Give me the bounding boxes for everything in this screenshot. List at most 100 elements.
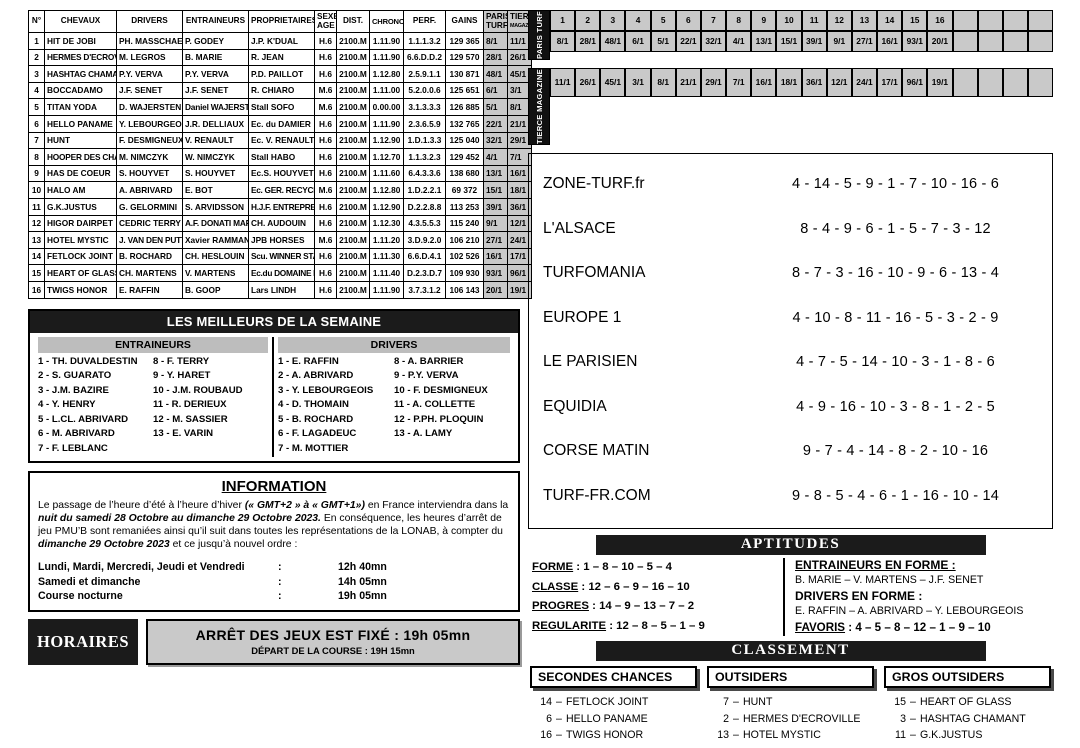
paris-turf-odds-column: 12 9/1 (826, 10, 852, 60)
col-number: N° (28, 10, 45, 33)
tierce-odds-column: 16/1 (751, 68, 777, 145)
cell-chrono: 1.12.90 (369, 131, 404, 150)
tierce-odds-column: 21/1 (675, 68, 701, 145)
classement-dash: – (556, 729, 562, 742)
paris-turf-horse-number: 15 (902, 10, 928, 31)
paris-turf-horse-number: 6 (675, 10, 701, 31)
cell-driver: F. DESMIGNEUX (116, 131, 183, 150)
cell-entraineur: V. MARTENS (182, 264, 249, 282)
list-item: 6 - M. ABRIVARD (38, 428, 115, 440)
cell-pt: 4/1 (483, 148, 508, 166)
list-item: 4 - Y. HENRY (38, 399, 96, 411)
classement-horse-name: TWIGS HONOR (566, 729, 644, 742)
cell-driver: CEDRIC TERRY (116, 214, 183, 233)
cell-entraineur: W. NIMCZYK (182, 148, 249, 166)
info-part-6: dimanche 29 Octobre 2023 (38, 539, 170, 551)
cell-pt: 8/1 (483, 32, 508, 50)
aptitude-criterion-label: FORME (532, 561, 574, 574)
classement-horse-name: HOTEL MYSTIC (743, 729, 821, 742)
paris-turf-horse-number (1002, 10, 1028, 31)
cell-cheval: HOTEL MYSTIC (44, 231, 117, 249)
tm-label-line2: MAGAZINE (534, 69, 544, 112)
cell-perf: 2.5.9.1.1 (403, 65, 446, 83)
aptitude-criterion-value: : 12 – 8 – 5 – 1 – 9 (606, 619, 705, 632)
paris-turf-odds-column (977, 10, 1003, 60)
cell-chrono: 1.12.80 (369, 65, 404, 83)
pronostic-selection: 4 - 7 - 5 - 14 - 10 - 3 - 1 - 8 - 6 (796, 354, 995, 371)
tierce-odds-column: 36/1 (801, 68, 827, 145)
list-item: 6– HELLO PANAME (530, 711, 697, 728)
cell-driver: S. HOUYVET (116, 164, 183, 183)
aptitude-criterion-label: PROGRES (532, 600, 589, 613)
classement-dash: – (556, 696, 562, 709)
pronostic-row: CORSE MATIN 9 - 7 - 4 - 14 - 8 - 2 - 10 -… (529, 429, 1052, 474)
list-item: 7 - F. LEBLANC (38, 443, 108, 455)
paris-turf-odds-value (977, 31, 1003, 52)
aptitude-criterion-value: : 14 – 9 – 13 – 7 – 2 (588, 600, 695, 613)
paris-turf-odds-column: 3 48/1 (600, 10, 626, 60)
cell-proprietaire: R. JEAN (248, 48, 315, 67)
paris-turf-odds-value: 32/1 (700, 31, 727, 52)
best-of-week-panel: LES MEILLEURS DE LA SEMAINE ENTRAINEURS … (28, 308, 520, 463)
cell-entraineur: CH. HESLOUIN (182, 247, 249, 266)
paris-turf-horse-number: 1 (550, 10, 576, 31)
paris-turf-odds-value: 93/1 (902, 31, 928, 52)
classement-horse-number: 15 (894, 696, 906, 709)
cell-proprietaire: Ec. du DAMIER (248, 114, 315, 133)
cell-driver: B. ROCHARD (116, 247, 183, 266)
pronostic-source-name: EUROPE 1 (543, 308, 622, 326)
table-row: 11 G.K.JUSTUS G. GELORMINI S. ARVIDSSON H.J.… (28, 197, 532, 216)
cell-pt: 5/1 (483, 98, 508, 116)
pronostic-selection: 4 - 10 - 8 - 11 - 16 - 5 - 3 - 2 - 9 (792, 309, 999, 326)
cell-proprietaire: Ec. GER. RECYCLING B.V. (248, 181, 315, 199)
cell-num: 6 (28, 114, 45, 133)
classement-horse-number: 6 (546, 712, 552, 725)
col-trainers: ENTRAINEURS (182, 10, 249, 33)
paris-turf-odds-value: 16/1 (877, 31, 903, 52)
paris-turf-odds-column: 4 6/1 (625, 10, 651, 60)
tierce-grid-label-text: TIERCE MAGAZINE (535, 69, 544, 144)
cell-sexe: H.6 (314, 164, 337, 183)
paris-turf-odds-value: 28/1 (575, 31, 601, 52)
info-time-value: 19h 05mn (338, 590, 387, 603)
paris-turf-horse-number: 7 (700, 10, 727, 31)
best-trainers-col1: 1 - TH. DUVALDESTIN 2 - S. GUARATO 3 - J.M… (38, 355, 153, 457)
cell-gains: 113 253 (445, 197, 484, 216)
cell-entraineur: P. GODEY (182, 32, 249, 50)
cell-cheval: HUNT (44, 131, 117, 150)
aptitudes-form-list: ENTRAINEURS EN FORME : B. MARIE – V. MAR… (783, 558, 1053, 637)
pronostic-source-name: TURFOMANIA (543, 264, 646, 282)
cell-cheval: HEART OF GLASS (44, 264, 117, 282)
cell-cheval: HALO AM (44, 181, 117, 199)
cell-cheval: HAS DE COEUR (44, 164, 117, 183)
cell-dist: 2100.M (336, 148, 370, 166)
cell-sexe: H.6 (314, 264, 337, 282)
cell-cheval: HERMES D'ECROVILLE (44, 48, 117, 67)
paris-turf-odds-column: 16 20/1 (927, 10, 953, 60)
info-time-label: Samedi et dimanche (38, 575, 141, 588)
pronostic-source-name: ZONE-TURF.fr (543, 175, 645, 193)
classement-horse-number: 13 (717, 729, 729, 742)
paris-turf-odds-value: 6/1 (625, 31, 651, 52)
cell-cheval: BOCCADAMO (44, 81, 117, 100)
pronostic-row: EUROPE 1 4 - 10 - 8 - 11 - 16 - 5 - 3 - 2… (529, 296, 1052, 341)
col-paris-turf: PARIS TURF (483, 10, 508, 33)
info-time-row: Lundi, Mardi, Mercredi, Jeudi et Vendred… (38, 560, 510, 574)
best-drivers-lists: 1 - E. RAFFIN 2 - A. ABRIVARD 3 - Y. LEBOU… (278, 355, 510, 457)
cell-sexe: H.6 (314, 214, 337, 233)
cell-proprietaire: Lars LINDH (248, 280, 315, 299)
classement-horse-number: 14 (540, 696, 552, 709)
cell-pt: 20/1 (483, 280, 508, 299)
cell-dist: 2100.M (336, 247, 370, 266)
pronostic-selection: 8 - 7 - 3 - 16 - 10 - 9 - 6 - 13 - 4 (791, 265, 1000, 282)
classement-horse-name: HASHTAG CHAMANT (920, 712, 1026, 725)
cell-proprietaire: JPB HORSES (248, 231, 315, 249)
runners-table-body: 1HIT DE JOBIPH. MASSCHAELEP. GODEYJ.P. K… (28, 32, 532, 299)
cell-chrono: 1.12.90 (369, 197, 404, 216)
classement-horse-name: HERMES D'ECROVILLE (743, 712, 861, 725)
cell-sexe: H.6 (314, 197, 337, 216)
aptitude-criterion-row: CLASSE : 12 – 6 – 9 – 16 – 10 (532, 578, 783, 598)
paris-turf-horse-number: 5 (650, 10, 676, 31)
cell-num: 2 (28, 48, 45, 67)
cell-gains: 106 210 (445, 231, 484, 249)
